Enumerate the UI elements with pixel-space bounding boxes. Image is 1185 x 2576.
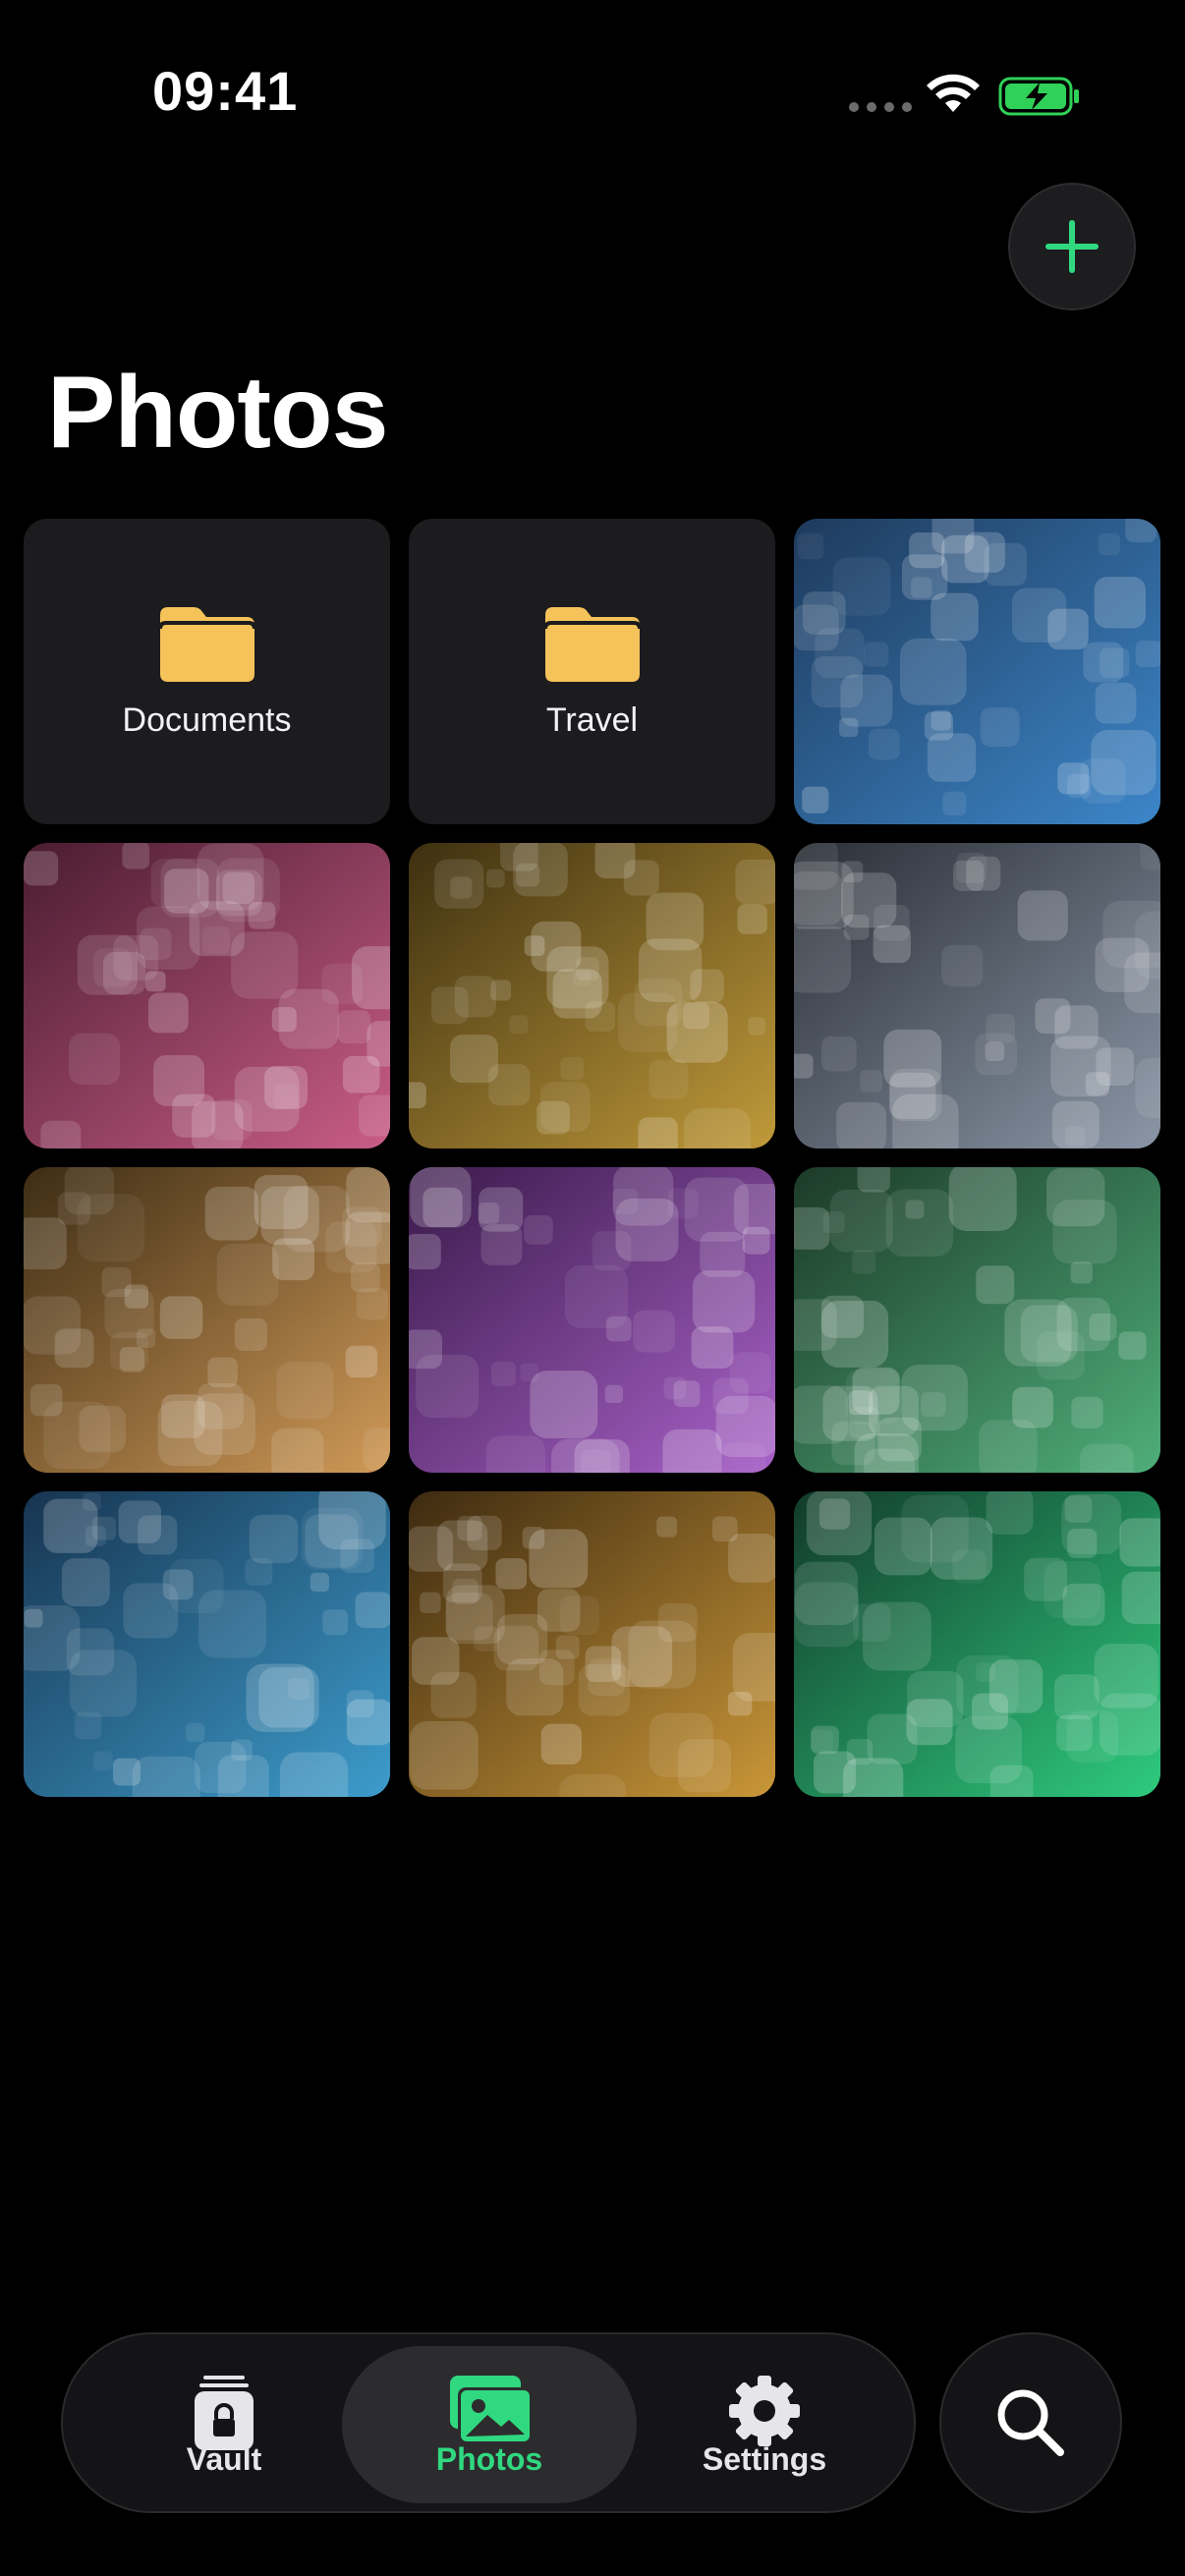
- folder-icon: [160, 607, 254, 682]
- search-button[interactable]: [939, 2332, 1122, 2513]
- status-bar: 09:41: [0, 0, 1185, 196]
- tab-photos[interactable]: Photos: [342, 2346, 637, 2503]
- tab-settings[interactable]: Settings: [637, 2346, 892, 2503]
- tab-bar: Vault Photos Settings: [61, 2332, 916, 2513]
- photo-olive[interactable]: [409, 843, 775, 1148]
- photo-teal[interactable]: [24, 1491, 390, 1797]
- photo-emerald[interactable]: [794, 1491, 1160, 1797]
- vault-lock-icon: [195, 2376, 254, 2450]
- folder-icon: [545, 607, 640, 682]
- folder-label: Travel: [545, 701, 639, 739]
- folder-travel[interactable]: Travel: [409, 519, 775, 824]
- photos-icon: [450, 2376, 533, 2444]
- battery-charging-icon: [998, 77, 1079, 116]
- add-button[interactable]: [1008, 183, 1136, 310]
- gear-icon: [729, 2376, 800, 2446]
- wifi-icon: [927, 74, 980, 112]
- cellular-signal-icon: [849, 102, 912, 112]
- page-title: Photos: [47, 356, 388, 470]
- plus-icon: [1045, 220, 1099, 273]
- photo-purple[interactable]: [409, 1167, 775, 1473]
- photo-gray[interactable]: [794, 843, 1160, 1148]
- tab-label: Photos: [435, 2441, 543, 2477]
- status-time: 09:41: [152, 60, 299, 122]
- photo-pink[interactable]: [24, 843, 390, 1148]
- tab-vault[interactable]: Vault: [96, 2346, 352, 2503]
- photo-green[interactable]: [794, 1167, 1160, 1473]
- folder-label: Documents: [122, 701, 292, 739]
- search-icon: [997, 2389, 1064, 2456]
- photo-amber[interactable]: [24, 1167, 390, 1473]
- photo-gold[interactable]: [409, 1491, 775, 1797]
- folder-documents[interactable]: Documents: [24, 519, 390, 824]
- photo-blue[interactable]: [794, 519, 1160, 824]
